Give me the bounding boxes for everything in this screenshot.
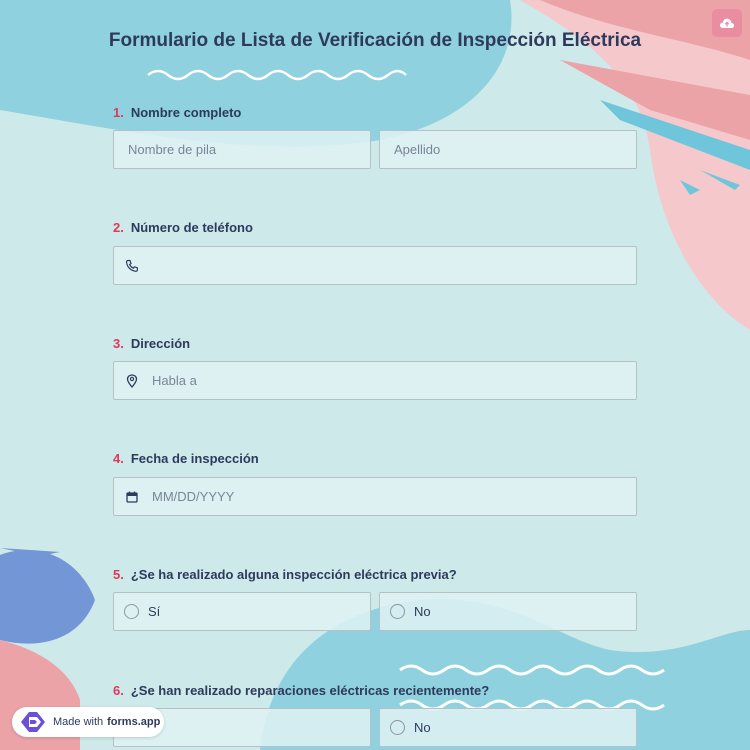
first-name-placeholder: Nombre de pila — [128, 142, 217, 157]
question-number: 2. — [113, 220, 124, 235]
badge-brand: forms.app — [107, 716, 161, 728]
question-3-label: 3. Dirección — [113, 336, 190, 351]
address-placeholder: Habla a — [152, 373, 197, 388]
location-pin-icon — [124, 373, 140, 389]
radio-circle[interactable] — [124, 604, 139, 619]
last-name-field[interactable]: Apellido — [379, 130, 637, 169]
question-text: Fecha de inspección — [130, 451, 259, 466]
form-title: Formulario de Lista de Verificación de I… — [108, 30, 642, 51]
address-field[interactable]: Habla a — [113, 361, 637, 400]
question-number: 5. — [113, 567, 124, 582]
question-text: Dirección — [130, 336, 191, 351]
radio-circle[interactable] — [390, 604, 405, 619]
question-number: 3. — [113, 336, 124, 351]
radio-option-yes[interactable]: Sí — [113, 592, 371, 631]
cloud-upload-icon — [719, 18, 735, 28]
question-2-label: 2. Número de teléfono — [113, 220, 253, 235]
first-name-field[interactable]: Nombre de pila — [113, 130, 371, 169]
question-1-label: 1. Nombre completo — [113, 105, 241, 120]
radio-option-no[interactable]: No — [379, 708, 637, 747]
radio-option-label: No — [414, 720, 431, 735]
question-text: Nombre completo — [130, 105, 242, 120]
question-4-label: 4. Fecha de inspección — [113, 451, 259, 466]
calendar-icon — [124, 489, 140, 505]
radio-option-label: No — [414, 604, 431, 619]
radio-circle[interactable] — [390, 720, 405, 735]
phone-icon — [124, 258, 140, 274]
question-text: Número de teléfono — [130, 220, 253, 235]
inspection-date-field[interactable]: MM/DD/YYYY — [113, 477, 637, 516]
radio-option-no[interactable]: No — [379, 592, 637, 631]
question-6-label: 6. ¿Se han realizado reparaciones eléctri… — [113, 683, 489, 698]
question-text: ¿Se ha realizado alguna inspección eléct… — [130, 567, 457, 582]
question-number: 4. — [113, 451, 124, 466]
radio-option-label: Sí — [148, 604, 161, 619]
question-5-label: 5. ¿Se ha realizado alguna inspección elé… — [113, 567, 457, 582]
last-name-placeholder: Apellido — [394, 142, 441, 157]
date-placeholder: MM/DD/YYYY — [152, 489, 235, 504]
phone-field[interactable] — [113, 246, 637, 285]
question-text: ¿Se han realizado reparaciones eléctrica… — [130, 683, 490, 698]
question-number: 1. — [113, 105, 124, 120]
badge-prefix: Made with — [53, 716, 104, 728]
made-with-badge[interactable]: Made with forms.app — [12, 707, 164, 737]
question-number: 6. — [113, 683, 124, 698]
forms-app-logo-icon — [21, 712, 45, 732]
form-page: Formulario de Lista de Verificación de I… — [0, 0, 750, 750]
